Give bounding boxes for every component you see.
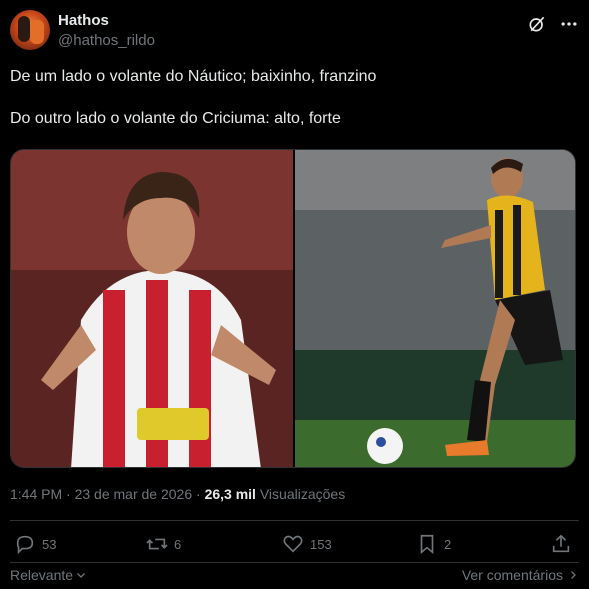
reply-button[interactable]: 53 [14, 533, 56, 555]
tweet-header: Hathos @hathos_rildo [10, 10, 579, 52]
bookmark-count: 2 [444, 536, 452, 552]
tweet-line: Do outro lado o volante do Criciuma: alt… [10, 110, 341, 127]
like-count: 153 [310, 536, 332, 552]
like-icon [283, 535, 303, 553]
repost-button[interactable]: 6 [146, 533, 181, 555]
meta-dot: · [62, 486, 75, 502]
meta-dot: · [192, 486, 205, 502]
tweet-date[interactable]: 23 de mar de 2026 [75, 486, 193, 502]
replies-footer: Relevante Ver comentários [10, 567, 579, 587]
avatar[interactable] [10, 10, 50, 50]
repost-count: 6 [174, 536, 182, 552]
bookmark-button[interactable]: 2 [416, 533, 451, 555]
share-button[interactable] [550, 533, 572, 555]
views-label: Visualizações [259, 486, 346, 502]
author-handle[interactable]: @hathos_rildo [58, 32, 155, 49]
reply-icon [16, 535, 34, 555]
tweet-text: De um lado o volante do Náutico; baixinh… [10, 66, 580, 150]
media-container[interactable] [10, 149, 576, 468]
more-replies-label: Ver comentários [461, 567, 563, 583]
share-icon [552, 534, 570, 553]
tweet-time[interactable]: 1:44 PM [10, 486, 62, 502]
reply-count: 53 [42, 536, 57, 552]
tweet-line: De um lado o volante do Náutico; baixinh… [10, 68, 377, 85]
chevron-right-icon [571, 571, 576, 579]
chevron-down-icon [77, 573, 85, 578]
author-name[interactable]: Hathos [58, 12, 109, 29]
more-replies-link[interactable]: Ver comentários [462, 567, 579, 583]
separator [10, 562, 579, 563]
separator [10, 520, 579, 521]
sort-dropdown[interactable]: Relevante [10, 567, 87, 583]
tweet-meta: 1:44 PM · 23 de mar de 2026 · 26,3 mil V… [10, 486, 345, 502]
player-photo-nautico[interactable] [11, 150, 293, 467]
views-count[interactable]: 26,3 mil [205, 486, 256, 502]
bookmark-icon [420, 534, 434, 555]
grok-icon[interactable] [527, 14, 547, 34]
player-photo-criciuma[interactable] [295, 150, 575, 467]
more-icon[interactable] [559, 14, 579, 34]
sort-label: Relevante [10, 567, 74, 583]
like-button[interactable]: 153 [282, 533, 332, 555]
action-bar: 53 6 153 2 [14, 533, 575, 557]
repost-icon [146, 538, 168, 550]
